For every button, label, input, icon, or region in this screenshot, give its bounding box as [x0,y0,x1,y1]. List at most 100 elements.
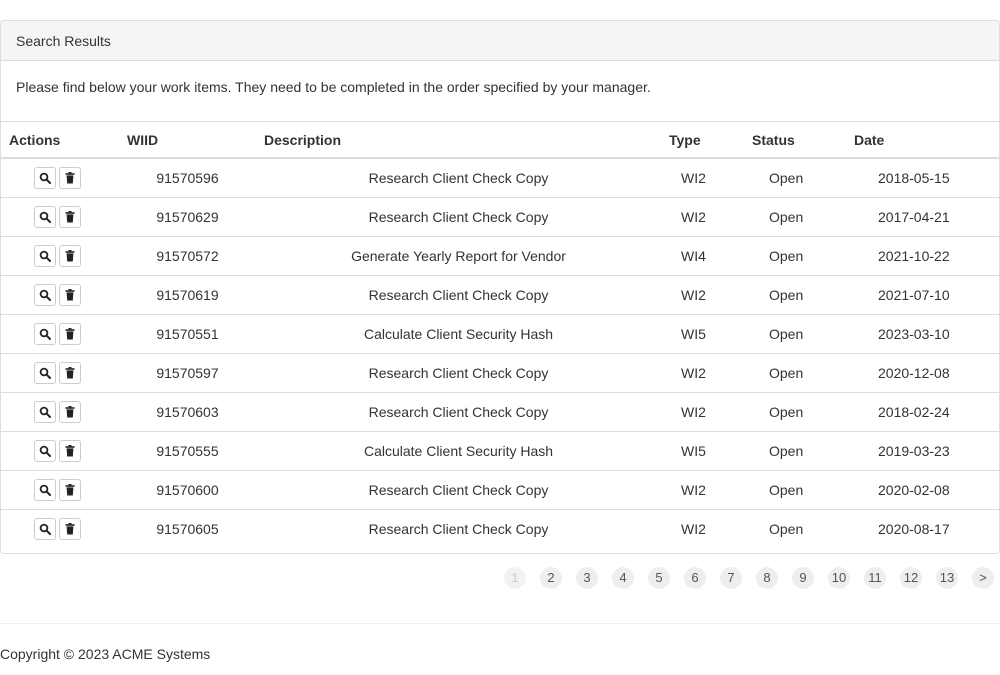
cell-description: Generate Yearly Report for Vendor [256,236,661,276]
view-button[interactable] [34,283,56,306]
view-button[interactable] [34,361,56,384]
header-actions: Actions [1,122,119,159]
delete-button[interactable] [59,244,81,267]
row-actions [1,392,119,432]
row-actions [1,314,119,354]
page-1-button[interactable]: 1 [504,567,526,589]
table-row: 91570596 Research Client Check Copy WI2 Ope… [1,158,999,198]
cell-date: 2021-10-22 [846,236,999,276]
delete-button[interactable] [59,283,81,306]
cell-date: 2020-02-08 [846,470,999,510]
page-4-button[interactable]: 4 [612,567,634,589]
delete-button[interactable] [59,439,81,462]
view-button[interactable] [34,400,56,423]
view-button[interactable] [34,517,56,540]
cell-description: Research Client Check Copy [368,520,549,537]
delete-button[interactable] [59,478,81,501]
cell-status: Open [744,197,846,237]
view-button[interactable] [34,166,56,189]
search-results-panel: Search Results Please find below your wo… [0,20,1000,554]
cell-date: 2018-02-24 [846,392,999,432]
page-2-button[interactable]: 2 [540,567,562,589]
delete-button[interactable] [59,361,81,384]
cell-description: Research Client Check Copy [256,197,661,237]
page-5-button[interactable]: 5 [648,567,670,589]
cell-wiid: 91570600 [119,470,256,510]
page-6-button[interactable]: 6 [684,567,706,589]
cell-date: 2017-04-21 [846,197,999,237]
page-10-button[interactable]: 10 [828,567,850,589]
page-12-button[interactable]: 12 [900,567,922,589]
page-3-button[interactable]: 3 [576,567,598,589]
cell-wiid: 91570596 [119,158,256,198]
view-button[interactable] [34,205,56,228]
cell-date: 2018-05-15 [846,158,999,198]
delete-button[interactable] [59,205,81,228]
cell-type: WI2 [661,275,744,315]
cell-date: 2020-12-08 [846,353,999,393]
row-actions [1,275,119,315]
cell-wiid: 91570555 [119,431,256,471]
cell-status: Open [744,431,846,471]
cell-status: Open [769,520,804,537]
row-actions [1,158,119,198]
panel-heading: Search Results [1,21,999,61]
cell-wiid: 91570603 [119,392,256,432]
next-page-button[interactable]: > [972,567,994,589]
cell-type: WI2 [661,392,744,432]
cell-date: 2020-08-17 [878,520,950,537]
cell-wiid: 91570551 [119,314,256,354]
work-items-table: Actions WIID Description Type Status Dat… [1,122,999,548]
view-button[interactable] [34,322,56,345]
row-actions [1,431,119,471]
header-status: Status [744,122,846,159]
cell-status: Open [744,275,846,315]
table-row: 91570551 Calculate Client Security Hash WI… [1,314,999,354]
cell-description: Research Client Check Copy [256,275,661,315]
header-date: Date [846,122,999,159]
view-button[interactable] [34,439,56,462]
delete-button[interactable] [59,322,81,345]
table-row: 91570555 Calculate Client Security Hash WI… [1,431,999,471]
cell-type: WI2 [661,197,744,237]
row-actions [1,470,119,510]
cell-wiid: 91570605 [156,520,219,537]
header-description: Description [256,122,661,159]
row-actions [1,197,119,237]
footer-divider [0,623,1000,624]
view-button[interactable] [34,478,56,501]
page-8-button[interactable]: 8 [756,567,778,589]
table-row: 91570605 Research Client Check Copy WI2 Ope… [1,509,999,548]
table-row: 91570603 Research Client Check Copy WI2 Ope… [1,392,999,432]
cell-status: Open [744,158,846,198]
row-actions [1,236,119,276]
page-7-button[interactable]: 7 [720,567,742,589]
row-actions [1,353,119,393]
cell-status: Open [744,236,846,276]
cell-wiid: 91570619 [119,275,256,315]
header-wiid: WIID [119,122,256,159]
panel-instructions: Please find below your work items. They … [1,61,999,122]
delete-button[interactable] [59,400,81,423]
cell-description: Research Client Check Copy [256,392,661,432]
cell-description: Calculate Client Security Hash [256,314,661,354]
page-13-button[interactable]: 13 [936,567,958,589]
header-type: Type [661,122,744,159]
delete-button[interactable] [59,517,81,540]
cell-type: WI5 [661,431,744,471]
page-11-button[interactable]: 11 [864,567,886,589]
cell-description: Research Client Check Copy [256,353,661,393]
table-row: 91570572 Generate Yearly Report for Vendo… [1,236,999,276]
cell-type: WI2 [661,470,744,510]
cell-status: Open [744,470,846,510]
page-9-button[interactable]: 9 [792,567,814,589]
view-button[interactable] [34,244,56,267]
cell-description: Calculate Client Security Hash [256,431,661,471]
cell-type: WI4 [661,236,744,276]
cell-wiid: 91570597 [119,353,256,393]
delete-button[interactable] [59,166,81,189]
cell-type: WI2 [661,353,744,393]
cell-wiid: 91570629 [119,197,256,237]
footer-copyright: Copyright © 2023 ACME Systems [0,646,211,662]
row-actions [1,509,119,548]
